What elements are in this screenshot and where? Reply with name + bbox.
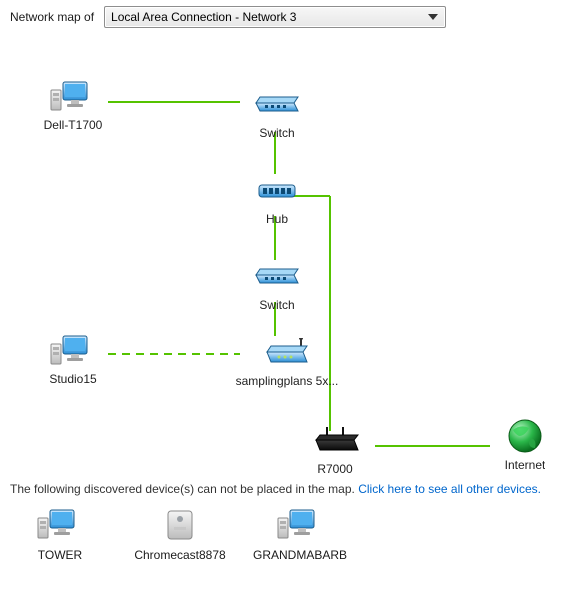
node-label: Studio15 bbox=[49, 372, 96, 386]
footer-message: The following discovered device(s) can n… bbox=[10, 482, 355, 496]
computer-icon bbox=[49, 332, 97, 370]
node-switch-1[interactable]: Switch bbox=[232, 86, 322, 140]
node-label: Internet bbox=[505, 458, 546, 472]
unplaced-grandmabarb[interactable]: GRANDMABARB bbox=[260, 506, 340, 562]
node-label: Switch bbox=[259, 298, 294, 312]
node-label: Hub bbox=[266, 212, 288, 226]
computer-icon bbox=[49, 78, 97, 116]
switch-icon bbox=[253, 86, 301, 124]
globe-icon bbox=[501, 418, 549, 456]
unplaced-label: GRANDMABARB bbox=[253, 548, 347, 562]
node-samplingplans[interactable]: samplingplans 5x... bbox=[232, 334, 342, 388]
switch-icon bbox=[253, 258, 301, 296]
network-select[interactable]: Local Area Connection - Network 3 bbox=[104, 6, 446, 28]
node-switch-2[interactable]: Switch bbox=[232, 258, 322, 312]
device-icon bbox=[156, 506, 204, 544]
computer-icon bbox=[276, 506, 324, 544]
network-map: Dell-T1700 Switch Hub Switch Studio15 sa… bbox=[10, 46, 568, 476]
hub-icon bbox=[253, 172, 301, 210]
node-dell[interactable]: Dell-T1700 bbox=[28, 78, 118, 132]
network-select-value: Local Area Connection - Network 3 bbox=[111, 10, 425, 24]
node-hub[interactable]: Hub bbox=[232, 172, 322, 226]
unplaced-chromecast[interactable]: Chromecast8878 bbox=[140, 506, 220, 562]
unplaced-devices-row: TOWER Chromecast8878 GRANDMABARB bbox=[10, 506, 568, 562]
unplaced-devices-text: The following discovered device(s) can n… bbox=[10, 482, 568, 496]
unplaced-tower[interactable]: TOWER bbox=[20, 506, 100, 562]
unplaced-label: Chromecast8878 bbox=[134, 548, 225, 562]
node-label: Dell-T1700 bbox=[44, 118, 103, 132]
chevron-down-icon bbox=[425, 9, 441, 25]
router-icon bbox=[311, 422, 359, 460]
computer-icon bbox=[36, 506, 84, 544]
header-label: Network map of bbox=[10, 10, 94, 24]
wireless-ap-icon bbox=[263, 334, 311, 372]
node-internet[interactable]: Internet bbox=[480, 418, 570, 472]
node-r7000[interactable]: R7000 bbox=[290, 422, 380, 476]
header: Network map of Local Area Connection - N… bbox=[10, 6, 568, 28]
node-label: R7000 bbox=[317, 462, 352, 476]
node-studio15[interactable]: Studio15 bbox=[28, 332, 118, 386]
node-label: samplingplans 5x... bbox=[236, 374, 339, 388]
node-label: Switch bbox=[259, 126, 294, 140]
see-all-devices-link[interactable]: Click here to see all other devices. bbox=[358, 482, 541, 496]
unplaced-label: TOWER bbox=[38, 548, 82, 562]
